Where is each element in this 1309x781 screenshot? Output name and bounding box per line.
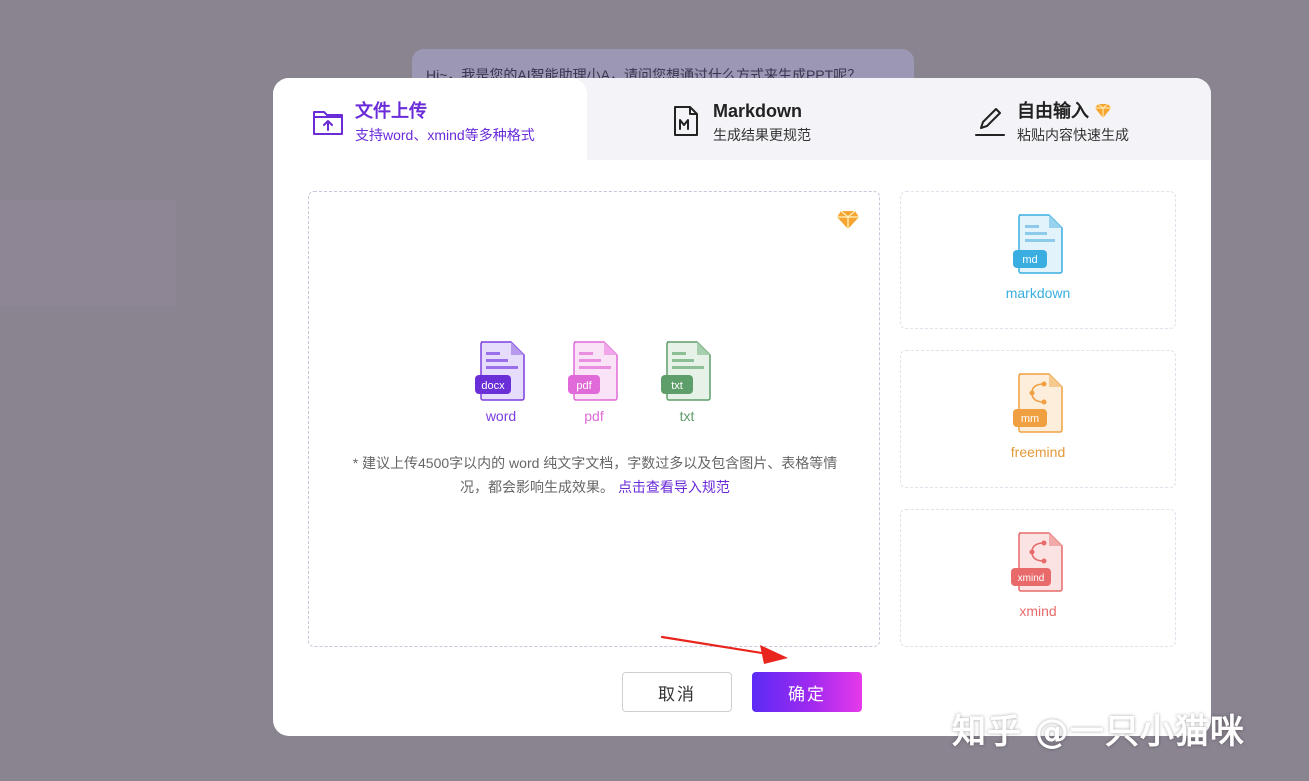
tab-title-text: 自由输入 — [1017, 101, 1089, 121]
import-option-xmind[interactable]: xmind xmind — [900, 509, 1176, 647]
upload-hint: * 建议上传4500字以内的 word 纯文字文档，字数过多以及包含图片、表格等… — [339, 451, 851, 499]
pdf-file-icon: pdf — [567, 341, 618, 401]
md-file-icon: md — [1013, 214, 1063, 274]
card-label: freemind — [1010, 444, 1066, 460]
import-guide-link[interactable]: 点击查看导入规范 — [618, 479, 730, 495]
markdown-file-icon — [674, 106, 698, 136]
xmind-file-icon: xmind — [1011, 532, 1063, 592]
file-type-label: txt — [679, 408, 695, 424]
file-type-label: word — [485, 408, 517, 424]
tab-subtitle: 粘贴内容快速生成 — [1017, 127, 1129, 143]
tab-subtitle: 支持word、xmind等多种格式 — [355, 127, 535, 143]
tab-markdown[interactable]: Markdown 生成结果更规范 — [633, 78, 893, 160]
file-tag: md — [1022, 254, 1037, 266]
annotation-arrow-icon — [660, 635, 788, 664]
file-type-pdf: pdf pdf — [567, 340, 621, 424]
cancel-button[interactable]: 取消 — [622, 672, 732, 712]
tab-file-upload-text: 文件上传 支持word、xmind等多种格式 — [355, 100, 535, 145]
card-label: markdown — [1005, 285, 1071, 301]
gem-icon — [1095, 103, 1111, 118]
file-dropzone[interactable]: docx word pdf pdf txt txt * 建议上传4500字以内的… — [308, 191, 880, 647]
file-tag: mm — [1021, 413, 1039, 425]
tab-title: 自由输入 — [1017, 100, 1129, 122]
tab-free-input-text: 自由输入 粘贴内容快速生成 — [1017, 100, 1129, 145]
tab-bar: 文件上传 支持word、xmind等多种格式 Markdown 生成结果更规范 — [273, 78, 1211, 160]
file-tag: xmind — [1018, 573, 1045, 584]
tab-title: Markdown — [713, 101, 803, 121]
import-option-freemind[interactable]: mm freemind — [900, 350, 1176, 488]
file-tag: docx — [481, 380, 505, 392]
pen-icon — [975, 108, 1005, 136]
card-label: xmind — [1019, 603, 1057, 619]
file-type-word: docx word — [474, 340, 528, 424]
upload-file-icon — [313, 111, 343, 135]
import-option-markdown[interactable]: md markdown — [900, 191, 1176, 329]
upload-hint-text: * 建议上传4500字以内的 word 纯文字文档，字数过多以及包含图片、表格等… — [352, 455, 838, 495]
watermark: 知乎 @一只小猫咪 — [952, 712, 1245, 752]
file-type-label: pdf — [584, 408, 604, 424]
file-type-list: docx word pdf pdf txt txt — [309, 340, 879, 424]
background-panel — [0, 200, 176, 306]
gem-icon — [837, 210, 859, 229]
tab-title: 文件上传 — [355, 101, 427, 121]
file-tag: txt — [671, 380, 683, 392]
txt-file-icon: txt — [660, 341, 711, 401]
mm-file-icon: mm — [1013, 373, 1063, 433]
tab-subtitle: 生成结果更规范 — [713, 127, 811, 143]
file-type-txt: txt txt — [660, 340, 714, 424]
docx-file-icon: docx — [474, 341, 525, 401]
file-tag: pdf — [576, 380, 592, 392]
tab-file-upload[interactable]: 文件上传 支持word、xmind等多种格式 — [273, 78, 587, 160]
tab-markdown-text: Markdown 生成结果更规范 — [713, 100, 811, 145]
confirm-button[interactable]: 确定 — [752, 672, 862, 712]
tab-free-input[interactable]: 自由输入 粘贴内容快速生成 — [933, 78, 1211, 160]
